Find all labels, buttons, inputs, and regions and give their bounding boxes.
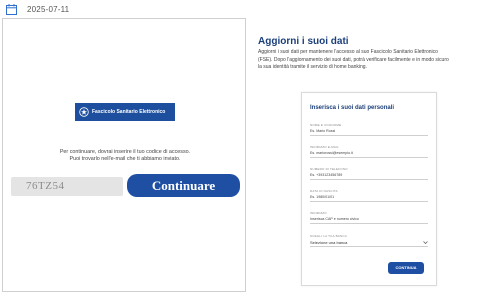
date-label: 2025-07-11: [27, 4, 70, 14]
field-label: NUMERO DI TELEFONO: [310, 167, 348, 171]
birthdate-input[interactable]: Es. 1980/01/01: [310, 195, 428, 200]
instruction-text-1: Per continuare, dovrai inserire il tuo c…: [59, 149, 191, 155]
address-field[interactable]: INDIRIZZO Inserisca CAP e numero civico: [310, 211, 428, 224]
chevron-down-icon: [423, 241, 428, 244]
field-label: INDIRIZZO E-MAIL: [310, 145, 340, 149]
field-underline: [310, 157, 428, 158]
full-name-input[interactable]: Es. Mario Rossi: [310, 129, 428, 134]
phone-field[interactable]: NUMERO DI TELEFONO Es. +393123456789: [310, 167, 428, 180]
bank-select[interactable]: Selezione una banca: [310, 240, 428, 245]
personal-data-form: Inserisca i suoi dati personali NOME E C…: [301, 92, 437, 286]
description-line: Aggiorni i suoi dati per mantenere l'acc…: [258, 49, 438, 55]
field-label: INDIRIZZO: [310, 211, 327, 215]
form-title: Inserisca i suoi dati personali: [310, 105, 395, 111]
email-field[interactable]: INDIRIZZO E-MAIL Es. mariorossi@esempio.…: [310, 145, 428, 158]
field-label: DATA DI NASCITA: [310, 189, 338, 193]
field-underline: [310, 179, 428, 180]
email-input[interactable]: Es. mariorossi@esempio.it: [310, 151, 428, 156]
field-underline: [310, 135, 428, 136]
address-input[interactable]: Inserisca CAP e numero civico: [310, 217, 428, 222]
description-line: (FSE). Dopo l'aggiornamento dei suoi dat…: [258, 56, 449, 63]
birthdate-field[interactable]: DATA DI NASCITA Es. 1980/01/01: [310, 189, 428, 202]
bank-select-field[interactable]: SCEGLI LA TUA BANCA Selezione una banca: [310, 234, 428, 247]
field-underline: [310, 223, 428, 224]
field-label: NOME E COGNOME: [310, 123, 342, 127]
phone-input[interactable]: Es. +393123456789: [310, 173, 428, 178]
access-code-input[interactable]: 76TZ54: [11, 177, 123, 196]
continue-button[interactable]: Continuare: [127, 174, 240, 197]
top-bar: 2025-07-11: [6, 2, 69, 16]
description-line: la sua identità tramite il servizio di h…: [258, 64, 367, 70]
emblem-icon: [79, 107, 89, 117]
fse-badge: Fascicolo Sanitario Elettronico: [75, 103, 175, 121]
form-continue-button[interactable]: CONTINUA: [388, 262, 424, 274]
field-underline: [310, 246, 428, 247]
field-underline: [310, 201, 428, 202]
bank-select-value: Selezione una banca: [310, 240, 348, 245]
fse-badge-text: Fascicolo Sanitario Elettronico: [92, 109, 166, 115]
instruction-text-2: Puoi trovarlo nell'e-mail che ti abbiamo…: [69, 156, 181, 162]
page-title: Aggiorni i suoi dati: [258, 36, 349, 47]
page-description: Aggiorni i suoi dati per mantenere l'acc…: [258, 49, 486, 72]
calendar-icon: [6, 3, 17, 15]
login-panel: Fascicolo Sanitario Elettronico Per cont…: [2, 18, 246, 292]
full-name-field[interactable]: NOME E COGNOME Es. Mario Rossi: [310, 123, 428, 136]
field-label: SCEGLI LA TUA BANCA: [310, 234, 347, 238]
